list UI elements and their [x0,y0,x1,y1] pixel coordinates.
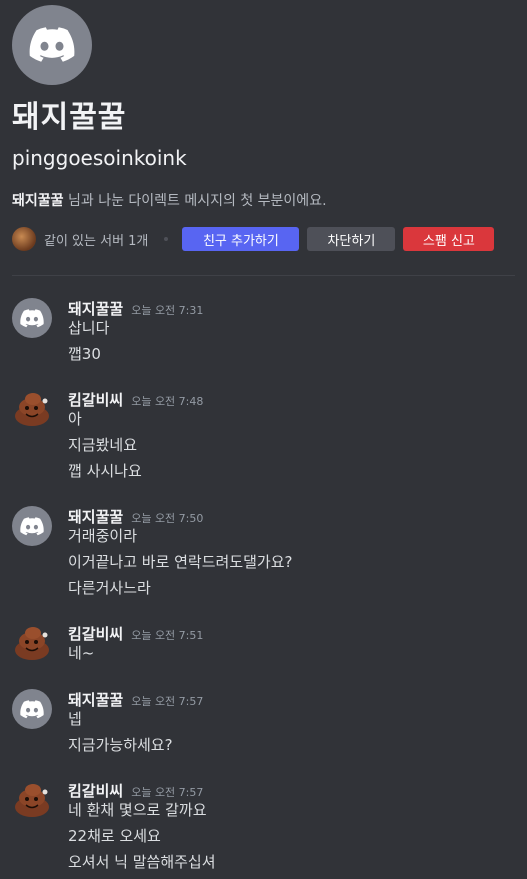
message-text: 거래중이라 [68,527,138,545]
separator-dot [164,237,169,241]
message-timestamp: 오늘 오전 7:57 [131,786,204,799]
message-timestamp: 오늘 오전 7:50 [131,512,204,525]
page-title: 돼지꿀꿀 [12,100,127,135]
poop-character-icon [15,393,49,426]
author-name[interactable]: 킴갈비씨 [68,391,123,409]
message-author[interactable]: 돼지꿀꿀 오늘 오전 7:31 [68,298,203,319]
avatar[interactable] [12,298,52,338]
author-name[interactable]: 돼지꿀꿀 [68,508,123,526]
message-text: 이거끝나고 바로 연락드려도댈가요? [68,553,293,571]
dm-intro-text: 돼지꿀꿀 님과 나눈 다이렉트 메시지의 첫 부분이에요. [12,190,327,210]
author-name[interactable]: 돼지꿀꿀 [68,300,123,318]
message-text: 네 환채 몇으로 갈까요 [68,801,207,819]
poop-character-icon [15,784,49,817]
message-author[interactable]: 킴갈비씨 오늘 오전 7:48 [68,389,203,410]
avatar[interactable] [12,689,52,729]
server-icon[interactable] [12,227,36,251]
message-author[interactable]: 킴갈비씨 오늘 오전 7:57 [68,780,203,801]
discord-logo-icon [20,516,44,535]
message-text: 깹 사시나요 [68,462,142,480]
author-name[interactable]: 킴갈비씨 [68,782,123,800]
author-name[interactable]: 킴갈비씨 [68,625,123,643]
message-text: 네~ [68,644,95,662]
message-text: 넵 [68,710,82,728]
mutual-servers-link[interactable]: 같이 있는 서버 1개 [44,230,148,249]
message-timestamp: 오늘 오전 7:48 [131,395,204,408]
author-name[interactable]: 돼지꿀꿀 [68,691,123,709]
avatar[interactable] [12,623,52,663]
message-timestamp: 오늘 오전 7:57 [131,695,204,708]
avatar[interactable] [12,506,52,546]
message-text: 깹30 [68,345,101,363]
message-author[interactable]: 돼지꿀꿀 오늘 오전 7:57 [68,689,203,710]
profile-avatar[interactable] [12,5,92,85]
discord-logo-icon [20,699,44,718]
intro-name: 돼지꿀꿀 [12,193,64,209]
report-spam-button[interactable]: 스팸 신고 [403,227,495,251]
message-text: 삽니다 [68,319,110,337]
discord-logo-icon [20,308,44,327]
poop-character-icon [15,627,49,660]
message-text: 아 [68,410,82,428]
block-button[interactable]: 차단하기 [307,227,396,251]
avatar[interactable] [12,389,52,429]
message-timestamp: 오늘 오전 7:51 [131,629,204,642]
message-timestamp: 오늘 오전 7:31 [131,304,204,317]
discord-logo-icon [29,27,75,62]
message-author[interactable]: 돼지꿀꿀 오늘 오전 7:50 [68,506,203,527]
avatar[interactable] [12,780,52,820]
add-friend-button[interactable]: 친구 추가하기 [182,227,300,251]
message-text: 지금봤네요 [68,436,138,454]
username: pinggoesoinkoink [12,146,187,170]
action-row: 같이 있는 서버 1개 친구 추가하기 차단하기 스팸 신고 [12,227,495,251]
message-text: 다른거사느라 [68,579,151,597]
message-text: 22채로 오세요 [68,827,161,845]
intro-rest: 님과 나눈 다이렉트 메시지의 첫 부분이에요. [63,193,327,209]
message-text: 오셔서 닉 말씀해주십셔 [68,853,216,871]
message-author[interactable]: 킴갈비씨 오늘 오전 7:51 [68,623,203,644]
message-text: 지금가능하세요? [68,736,173,754]
divider [12,275,515,276]
